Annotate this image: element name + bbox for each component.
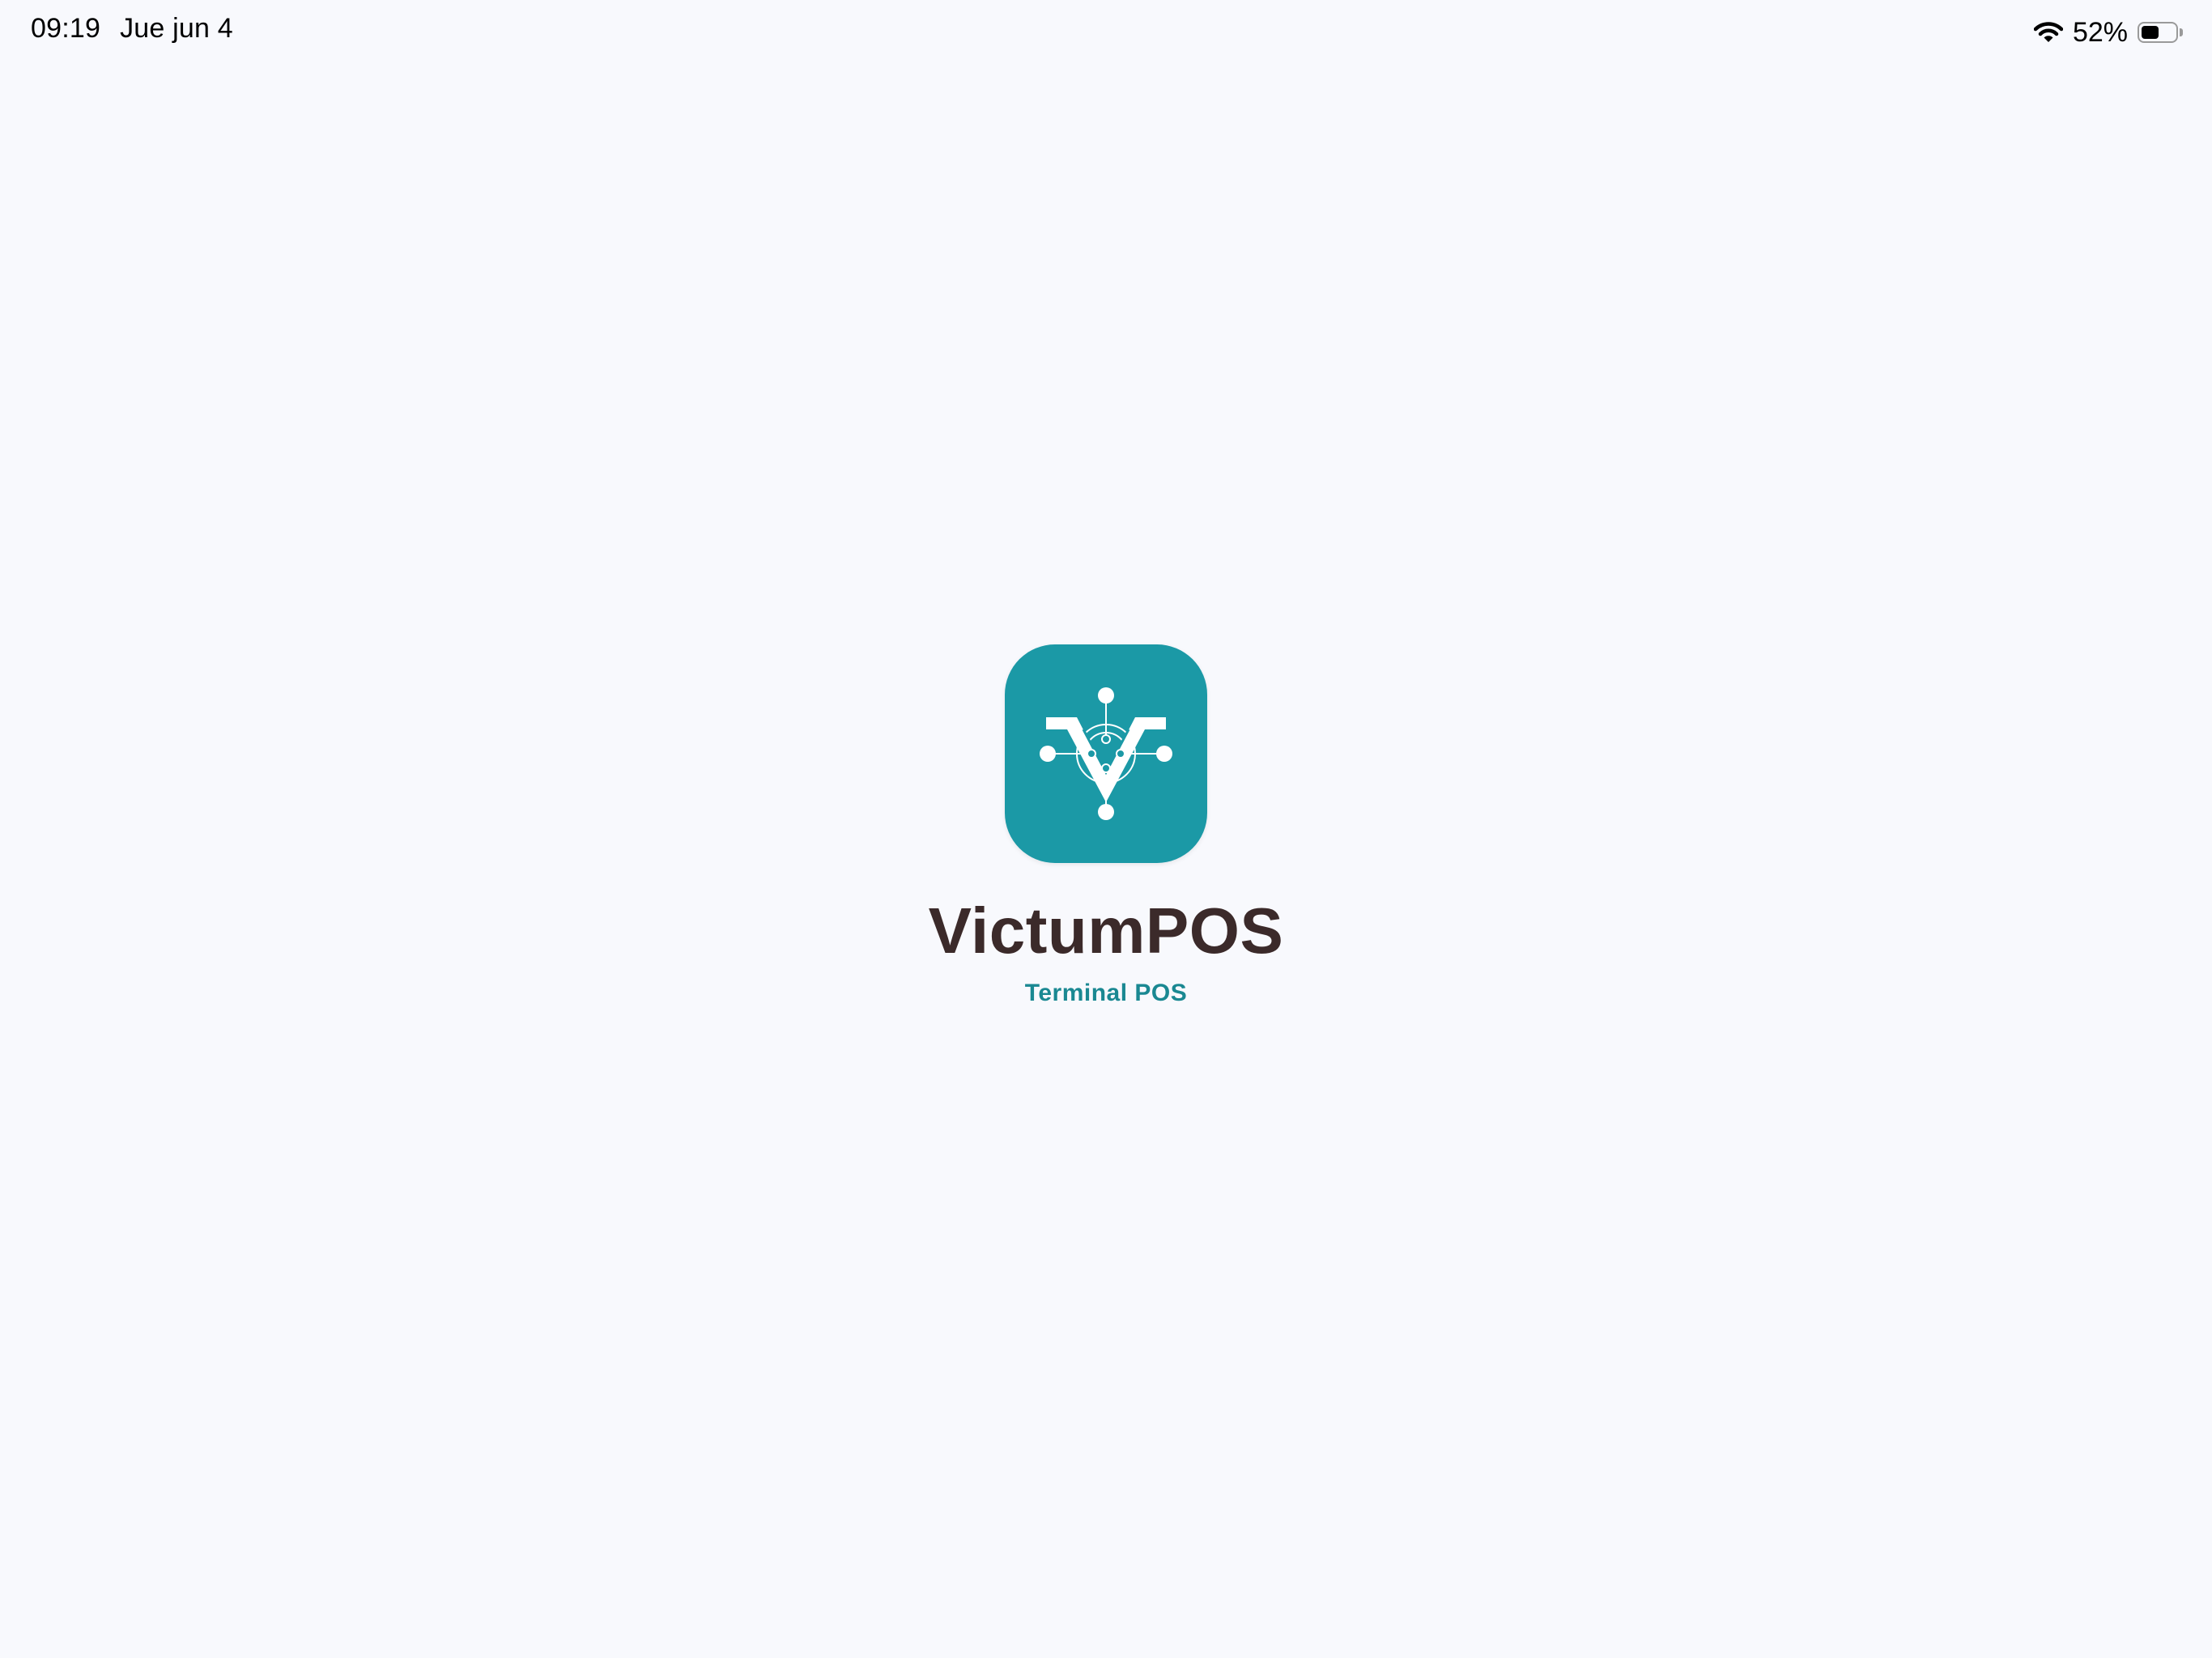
app-subtitle: Terminal POS <box>1024 980 1188 1006</box>
battery-icon <box>2138 22 2183 43</box>
app-icon <box>1005 644 1207 863</box>
victumpos-logo-icon <box>1040 687 1172 820</box>
status-time: 09:19 <box>31 13 101 44</box>
splash-screen: VictumPOS Terminal POS <box>0 644 2212 1007</box>
battery-fill <box>2142 26 2159 39</box>
status-date: Jue jun 4 <box>120 13 233 44</box>
battery-cap <box>2180 28 2183 36</box>
status-right: 52% <box>2033 13 2183 52</box>
battery-percent: 52% <box>2072 16 2128 48</box>
app-name: VictumPOS <box>928 895 1284 967</box>
status-left: 09:19 Jue jun 4 <box>31 13 233 45</box>
status-bar: 09:19 Jue jun 4 52% <box>0 0 2212 65</box>
battery-body <box>2138 22 2178 43</box>
wifi-icon <box>2033 21 2063 44</box>
